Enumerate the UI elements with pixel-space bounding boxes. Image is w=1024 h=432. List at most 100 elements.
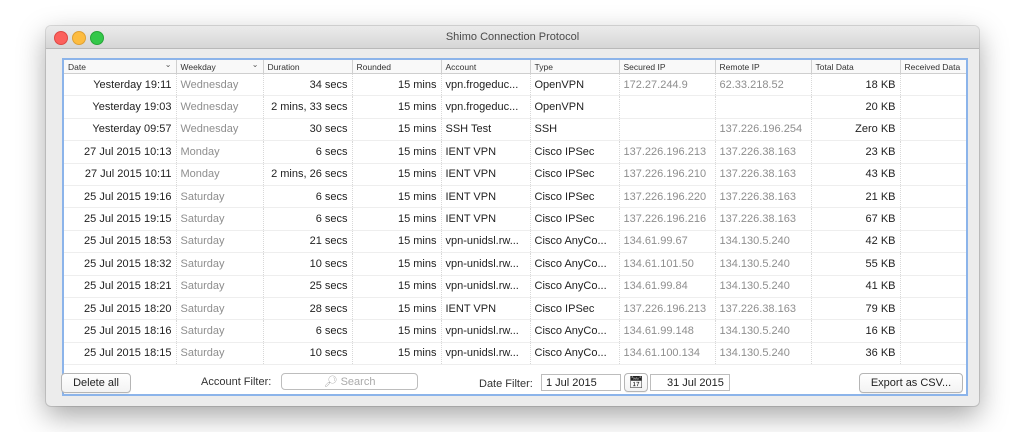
cell-secured-ip: 134.61.99.84 <box>619 275 716 298</box>
cell-total-data: 21 KB <box>811 185 901 209</box>
table-row[interactable]: 25 Jul 2015 18:16 Saturday 6 secs 15 mins vp… <box>64 319 966 343</box>
cell-duration: 34 secs <box>263 73 353 97</box>
cell-received-data: 28 <box>900 275 966 298</box>
minimize-window-button[interactable] <box>72 31 86 45</box>
cell-remote-ip: 62.33.218.52 <box>715 73 812 97</box>
cell-received-data: 9 <box>900 319 966 343</box>
cell-account: vpn.frogeduc... <box>441 73 531 97</box>
cell-weekday: Saturday <box>176 319 264 343</box>
cell-remote-ip: 134.130.5.240 <box>715 342 812 366</box>
cell-duration: 10 secs <box>263 342 353 366</box>
table-row[interactable]: Yesterday 09:57 Wednesday 30 secs 15 mins SS… <box>64 118 966 142</box>
cell-weekday: Saturday <box>176 230 264 254</box>
cell-weekday: Saturday <box>176 207 264 231</box>
zoom-window-button[interactable] <box>90 31 104 45</box>
column-header-date[interactable]: Date ⌄ <box>64 60 177 74</box>
table-row[interactable]: 27 Jul 2015 10:11 Monday 2 mins, 26 secs 15… <box>64 163 966 186</box>
cell-received-data: 17 <box>900 140 966 164</box>
cell-remote-ip: 137.226.38.163 <box>715 207 812 231</box>
table-row[interactable]: 27 Jul 2015 10:13 Monday 6 secs 15 mins IENT… <box>64 140 966 164</box>
column-header-remote-ip[interactable]: Remote IP <box>715 60 812 74</box>
column-header-received-data[interactable]: Received Data <box>900 60 966 74</box>
date-from-field[interactable]: 1 Jul 2015 <box>541 374 621 391</box>
cell-type: Cisco IPSec <box>530 207 620 231</box>
cell-duration: 30 secs <box>263 118 353 142</box>
cell-total-data: 43 KB <box>811 163 901 186</box>
cell-received-data: 9 <box>900 95 966 119</box>
table-row[interactable]: 25 Jul 2015 18:15 Saturday 10 secs 15 mins v… <box>64 342 966 366</box>
cell-remote-ip: 134.130.5.240 <box>715 252 812 276</box>
cell-weekday: Saturday <box>176 342 264 366</box>
cell-remote-ip: 134.130.5.240 <box>715 275 812 298</box>
cell-duration: 21 secs <box>263 230 353 254</box>
cell-secured-ip <box>619 95 716 119</box>
cell-rounded: 15 mins <box>352 185 442 209</box>
cell-total-data: 79 KB <box>811 297 901 321</box>
table-row[interactable]: Yesterday 19:11 Wednesday 34 secs 15 mins vp… <box>64 73 966 97</box>
cell-weekday: Saturday <box>176 297 264 321</box>
export-csv-button[interactable]: Export as CSV... <box>859 373 963 393</box>
table-row[interactable]: 25 Jul 2015 18:20 Saturday 28 secs 15 mins I… <box>64 297 966 321</box>
cell-duration: 2 mins, 33 secs <box>263 95 353 119</box>
cell-total-data: 36 KB <box>811 342 901 366</box>
cell-type: Cisco IPSec <box>530 140 620 164</box>
cell-secured-ip <box>619 118 716 142</box>
column-header-duration[interactable]: Duration <box>263 60 353 74</box>
cell-duration: 10 secs <box>263 252 353 276</box>
cell-duration: 6 secs <box>263 319 353 343</box>
cell-type: OpenVPN <box>530 73 620 97</box>
table-header-row: Date ⌄ Weekday ⌄ Duration Rounded Account … <box>64 60 966 74</box>
cell-total-data: 42 KB <box>811 230 901 254</box>
cell-remote-ip: 137.226.38.163 <box>715 297 812 321</box>
column-header-secured-ip[interactable]: Secured IP <box>619 60 716 74</box>
cell-received-data: 27 <box>900 163 966 186</box>
cell-date: 25 Jul 2015 18:20 <box>64 297 177 321</box>
cell-total-data: 18 KB <box>811 73 901 97</box>
date-to-field[interactable]: 31 Jul 2015 <box>650 374 730 391</box>
cell-secured-ip: 137.226.196.213 <box>619 297 716 321</box>
cell-type: Cisco AnyCo... <box>530 230 620 254</box>
cell-total-data: 55 KB <box>811 252 901 276</box>
connections-table[interactable]: Date ⌄ Weekday ⌄ Duration Rounded Account … <box>62 58 968 396</box>
cell-total-data: Zero KB <box>811 118 901 142</box>
table-row[interactable]: 25 Jul 2015 18:21 Saturday 25 secs 15 mins v… <box>64 275 966 298</box>
table-row[interactable]: 25 Jul 2015 18:53 Saturday 21 secs 15 mins v… <box>64 230 966 254</box>
column-header-rounded[interactable]: Rounded <box>352 60 442 74</box>
cell-secured-ip: 134.61.101.50 <box>619 252 716 276</box>
cell-received-data: 46 <box>900 297 966 321</box>
cell-total-data: 67 KB <box>811 207 901 231</box>
cell-date: 25 Jul 2015 18:21 <box>64 275 177 298</box>
calendar-icon[interactable]: 📅︎ <box>624 373 648 392</box>
search-input[interactable]: 🔎︎ Search <box>281 373 418 390</box>
cell-date: 25 Jul 2015 19:15 <box>64 207 177 231</box>
cell-weekday: Monday <box>176 140 264 164</box>
column-header-weekday[interactable]: Weekday ⌄ <box>176 60 264 74</box>
cell-account: vpn-unidsl.rw... <box>441 342 531 366</box>
app-window: Shimo Connection Protocol Date ⌄ Weekday ⌄… <box>46 26 979 406</box>
cell-rounded: 15 mins <box>352 297 442 321</box>
cell-secured-ip: 137.226.196.220 <box>619 185 716 209</box>
table-row[interactable]: 25 Jul 2015 18:32 Saturday 10 secs 15 mins v… <box>64 252 966 276</box>
cell-weekday: Wednesday <box>176 73 264 97</box>
cell-rounded: 15 mins <box>352 95 442 119</box>
column-header-type[interactable]: Type <box>530 60 620 74</box>
table-row[interactable]: 25 Jul 2015 19:16 Saturday 6 secs 15 mins IE… <box>64 185 966 209</box>
table-row[interactable]: Yesterday 19:03 Wednesday 2 mins, 33 secs 1… <box>64 95 966 119</box>
table-row[interactable]: 25 Jul 2015 19:15 Saturday 6 secs 15 mins IE… <box>64 207 966 231</box>
cell-secured-ip: 137.226.196.216 <box>619 207 716 231</box>
column-header-total-data[interactable]: Total Data <box>811 60 901 74</box>
cell-account: vpn-unidsl.rw... <box>441 319 531 343</box>
cell-received-data: 35 <box>900 252 966 276</box>
column-header-account[interactable]: Account <box>441 60 531 74</box>
cell-total-data: 20 KB <box>811 95 901 119</box>
cell-date: 25 Jul 2015 18:16 <box>64 319 177 343</box>
close-window-button[interactable] <box>54 31 68 45</box>
cell-account: vpn.frogeduc... <box>441 95 531 119</box>
cell-weekday: Saturday <box>176 185 264 209</box>
cell-rounded: 15 mins <box>352 319 442 343</box>
cell-secured-ip: 134.61.100.134 <box>619 342 716 366</box>
cell-duration: 2 mins, 26 secs <box>263 163 353 186</box>
delete-all-button[interactable]: Delete all <box>61 373 131 393</box>
cell-weekday: Monday <box>176 163 264 186</box>
cell-account: IENT VPN <box>441 140 531 164</box>
